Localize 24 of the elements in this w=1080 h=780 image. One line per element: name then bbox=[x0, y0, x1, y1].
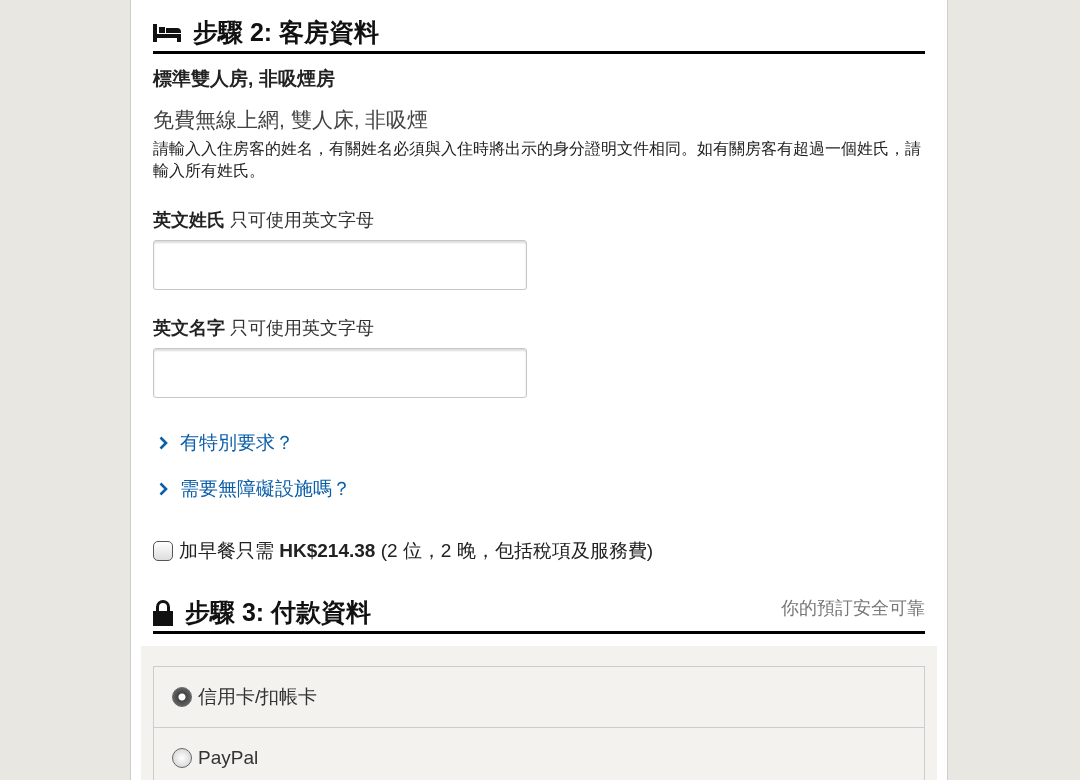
lock-icon bbox=[153, 599, 173, 626]
room-name: 標準雙人房, 非吸煙房 bbox=[153, 67, 336, 91]
instructions-text: 請輸入入住房客的姓名，有關姓名必須與入住時將出示的身分證明文件相同。如有關房客有超過一個姓氏，請輸入所有姓氏。 bbox=[153, 139, 922, 181]
radio-button[interactable] bbox=[172, 687, 192, 707]
breakfast-checkbox[interactable] bbox=[153, 541, 173, 561]
chevron-right-icon bbox=[159, 436, 168, 450]
payment-option[interactable]: PayPal bbox=[154, 727, 924, 780]
section-title: 步驟 2: 客房資料 bbox=[193, 17, 381, 48]
security-note: 你的預訂安全可靠 bbox=[781, 597, 925, 620]
option-label: PayPal bbox=[198, 747, 259, 769]
option-label: 信用卡/扣帳卡 bbox=[198, 685, 318, 709]
bed-icon bbox=[153, 23, 181, 42]
section-title: 步驟 3: 付款資料 bbox=[185, 597, 373, 628]
payment-option[interactable]: 信用卡/扣帳卡 bbox=[154, 667, 924, 727]
field-label: 英文姓氏 只可使用英文字母 bbox=[153, 209, 375, 232]
field-label: 英文名字 只可使用英文字母 bbox=[153, 317, 375, 340]
room-amenities: 免費無線上網, 雙人床, 非吸煙 bbox=[153, 107, 430, 133]
expand-link[interactable]: 有特別要求？ bbox=[153, 430, 294, 456]
chevron-right-icon bbox=[159, 482, 168, 496]
breakfast-offer: 加早餐只需 HK$214.38 (2 位，2 晚，包括稅項及服務費) bbox=[179, 539, 654, 563]
input-field[interactable] bbox=[153, 348, 527, 398]
radio-button[interactable] bbox=[172, 748, 192, 768]
expand-link[interactable]: 需要無障礙設施嗎？ bbox=[153, 476, 351, 502]
input-field[interactable] bbox=[153, 240, 527, 290]
